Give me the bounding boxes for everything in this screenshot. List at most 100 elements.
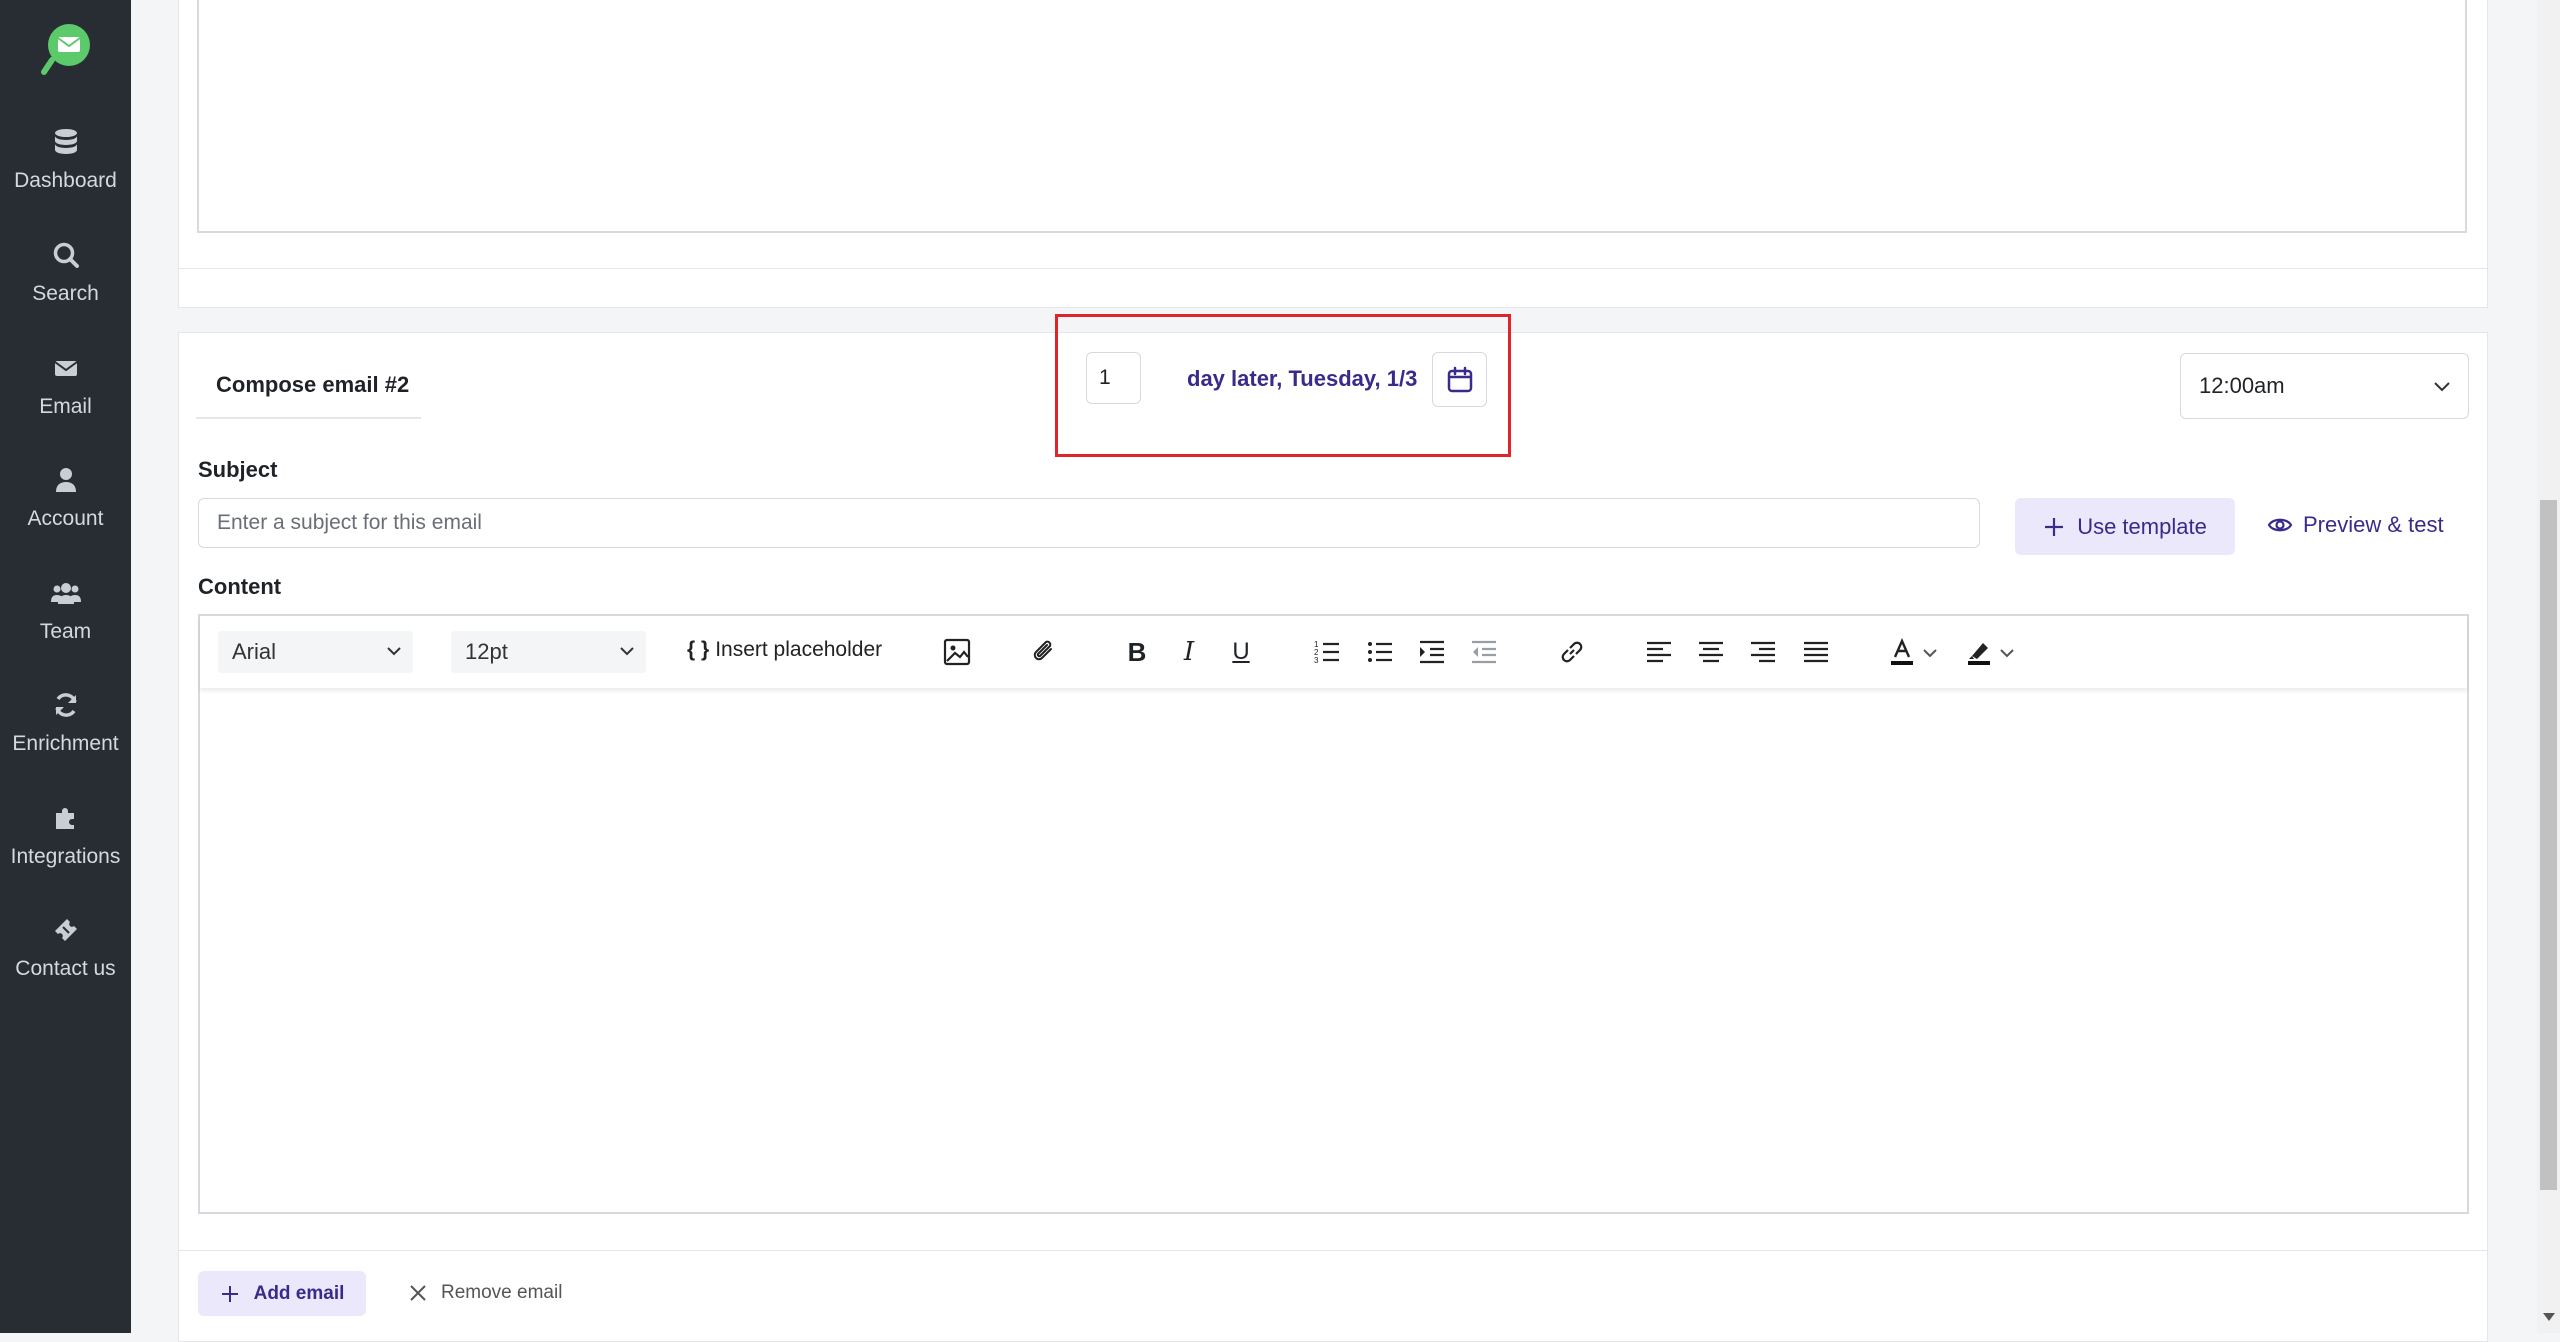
- braces-icon: { }: [687, 638, 710, 661]
- svg-text:3: 3: [1314, 656, 1319, 665]
- align-center-icon: [1699, 641, 1723, 663]
- italic-button[interactable]: I: [1172, 635, 1206, 669]
- add-email-label: Add email: [253, 1282, 345, 1304]
- sidebar-item-label: Email: [39, 395, 92, 418]
- bullet-list-icon: [1368, 642, 1392, 662]
- subject-input[interactable]: Enter a subject for this email: [198, 498, 1980, 548]
- align-right-icon: [1751, 641, 1775, 663]
- sidebar-item-label: Account: [27, 507, 104, 530]
- preview-test-button[interactable]: Preview & test: [2267, 512, 2444, 538]
- sidebar-item-account[interactable]: Account: [0, 465, 131, 575]
- logo-icon[interactable]: [38, 22, 94, 78]
- editor-toolbar: Arial 12pt { } Insert placeholder B I U …: [200, 616, 2467, 688]
- plus-icon: [2045, 517, 2064, 536]
- italic-icon: I: [1183, 637, 1195, 667]
- attach-button[interactable]: [1027, 635, 1061, 669]
- link-button[interactable]: [1555, 635, 1589, 669]
- plus-icon: [221, 1285, 238, 1302]
- add-email-button[interactable]: Add email: [198, 1271, 366, 1316]
- insert-placeholder-button[interactable]: { } Insert placeholder: [687, 638, 882, 662]
- remove-email-label: Remove email: [441, 1282, 563, 1303]
- highlight-box: [1055, 314, 1511, 457]
- sidebar-item-integrations[interactable]: Integrations: [0, 803, 131, 913]
- subject-placeholder: Enter a subject for this email: [217, 511, 482, 534]
- indent-icon: [1420, 640, 1444, 664]
- align-justify-button[interactable]: [1799, 635, 1833, 669]
- scrollbar-thumb[interactable]: [2540, 500, 2557, 1190]
- sidebar-item-label: Integrations: [10, 845, 121, 868]
- eye-icon: [2267, 518, 2293, 532]
- sidebar-item-enrichment[interactable]: Enrichment: [0, 690, 131, 800]
- previous-email-footer: [178, 268, 2488, 308]
- font-family-select[interactable]: Arial: [218, 631, 413, 673]
- use-template-label: Use template: [2077, 513, 2207, 539]
- align-justify-icon: [1804, 641, 1828, 663]
- refresh-icon: [54, 693, 77, 717]
- subject-label: Subject: [198, 457, 278, 482]
- bullet-list-button[interactable]: [1363, 635, 1397, 669]
- highlighter-icon: [1968, 643, 1990, 665]
- paperclip-icon: [1033, 640, 1052, 661]
- font-size-select[interactable]: 12pt: [451, 631, 646, 673]
- sidebar-item-label: Enrichment: [12, 732, 119, 755]
- font-family-value: Arial: [232, 639, 277, 664]
- outdent-button[interactable]: [1467, 635, 1501, 669]
- ordered-list-icon: 123: [1314, 640, 1339, 665]
- text-color-icon: [1891, 638, 1913, 665]
- underline-button[interactable]: U: [1224, 635, 1258, 669]
- chevron-down-icon: [387, 647, 401, 656]
- scrollbar[interactable]: [2537, 0, 2560, 1333]
- sidebar-item-label: Search: [32, 282, 99, 305]
- time-value: 12:00am: [2199, 373, 2285, 398]
- remove-email-button[interactable]: Remove email: [409, 1282, 562, 1304]
- envelope-icon: [53, 361, 78, 376]
- puzzle-icon: [55, 808, 74, 829]
- content-editor[interactable]: [198, 614, 2469, 1214]
- previous-content-editor[interactable]: [197, 0, 2467, 233]
- close-icon: [410, 1285, 426, 1301]
- sidebar-item-dashboard[interactable]: Dashboard: [0, 127, 131, 237]
- sidebar-item-email[interactable]: Email: [0, 353, 131, 463]
- insert-placeholder-label: Insert placeholder: [715, 638, 883, 661]
- sidebar-item-team[interactable]: Team: [0, 578, 131, 688]
- use-template-button[interactable]: Use template: [2015, 498, 2235, 555]
- sidebar-item-contact-us[interactable]: Contact us: [0, 915, 131, 1025]
- link-icon: [1561, 641, 1583, 663]
- sidebar-item-label: Contact us: [15, 957, 116, 980]
- sidebar-item-label: Team: [39, 620, 92, 643]
- bold-button[interactable]: B: [1120, 635, 1154, 669]
- insert-image-button[interactable]: [940, 635, 974, 669]
- scroll-down-icon[interactable]: [2543, 1313, 2555, 1321]
- align-left-button[interactable]: [1642, 635, 1676, 669]
- ordered-list-button[interactable]: 123: [1310, 635, 1344, 669]
- chevron-down-icon[interactable]: [1998, 646, 2016, 660]
- chevron-down-icon: [2434, 382, 2450, 392]
- image-icon: [943, 638, 971, 666]
- align-right-button[interactable]: [1746, 635, 1780, 669]
- search-icon: [53, 242, 79, 268]
- sidebar: Dashboard Search Email Account Team Enri…: [0, 0, 131, 1333]
- content-label: Content: [198, 574, 282, 599]
- underline-icon: U: [1232, 638, 1250, 665]
- ticket-icon: [54, 919, 77, 941]
- tab-underline: [196, 417, 421, 419]
- align-center-button[interactable]: [1694, 635, 1728, 669]
- font-size-value: 12pt: [465, 639, 508, 664]
- time-select[interactable]: 12:00am: [2180, 353, 2469, 419]
- sidebar-item-search[interactable]: Search: [0, 240, 131, 350]
- bold-icon: B: [1127, 636, 1147, 667]
- footer-divider: [178, 1250, 2488, 1251]
- user-icon: [55, 468, 76, 492]
- team-icon: [50, 583, 81, 604]
- main-content: Compose email #2 1 day later, Tuesday, 1…: [131, 0, 2537, 1342]
- sidebar-item-label: Dashboard: [14, 169, 117, 192]
- indent-button[interactable]: [1415, 635, 1449, 669]
- chevron-down-icon: [620, 647, 634, 656]
- chevron-down-icon[interactable]: [1921, 646, 1939, 660]
- database-icon: [54, 129, 77, 154]
- tab-compose-email[interactable]: Compose email #2: [216, 372, 409, 398]
- highlight-color-button[interactable]: [1962, 635, 1996, 669]
- preview-test-label: Preview & test: [2303, 512, 2444, 537]
- outdent-icon: [1472, 640, 1496, 664]
- text-color-button[interactable]: [1885, 635, 1919, 669]
